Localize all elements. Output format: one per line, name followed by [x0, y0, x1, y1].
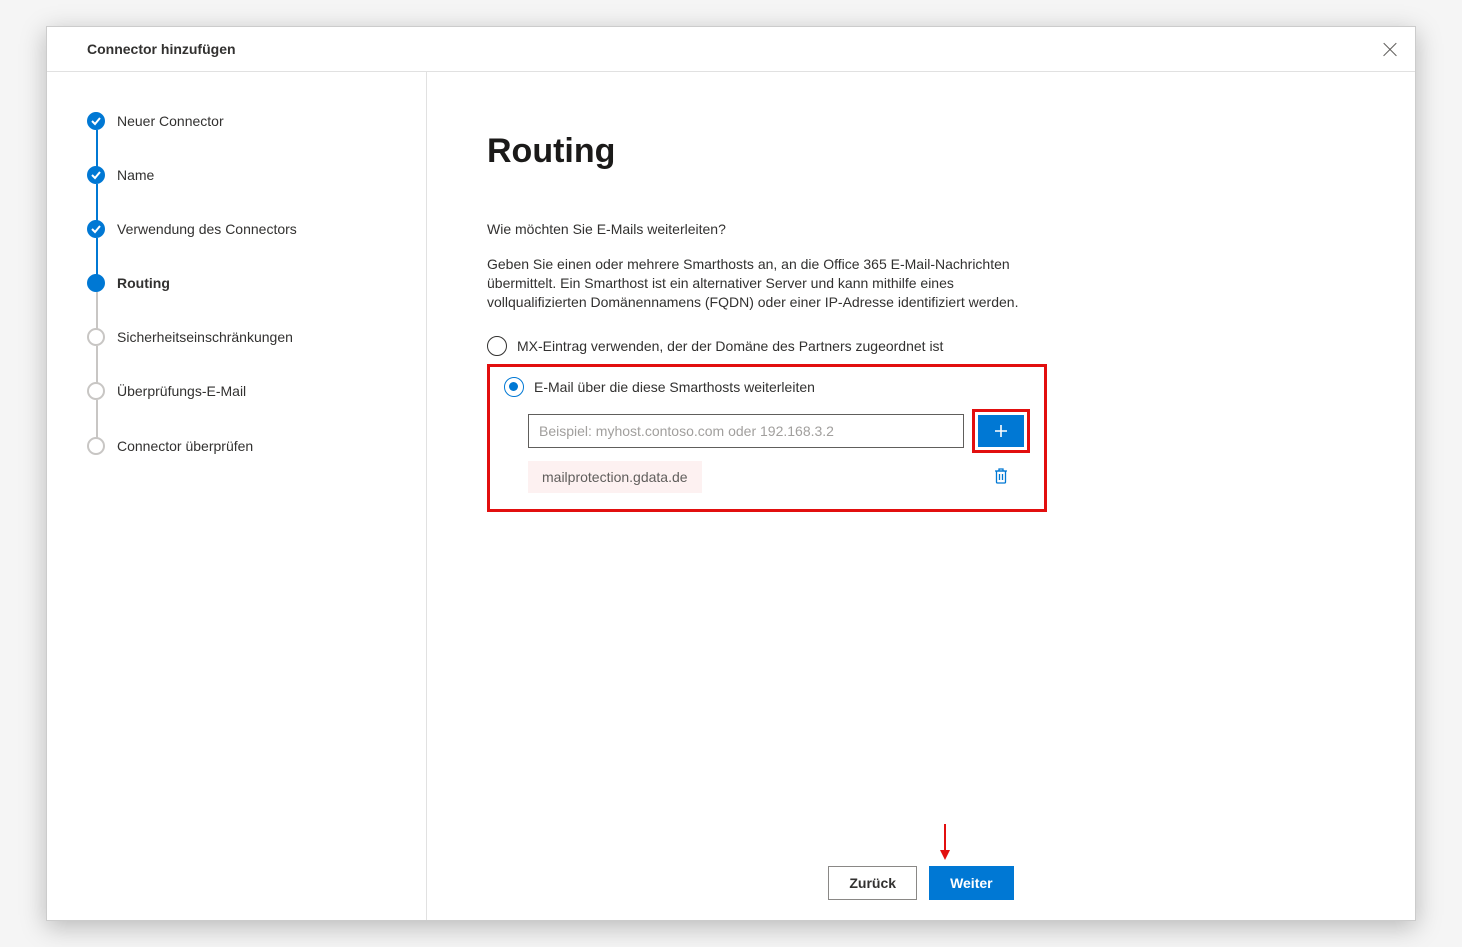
option-mx-record[interactable]: MX-Eintrag verwenden, der der Domäne des… [487, 336, 1047, 356]
wizard-steps-sidebar: Neuer Connector Name Verwendung des Conn… [47, 72, 427, 920]
step-connector-line [96, 238, 98, 276]
checkmark-icon [87, 112, 105, 130]
dialog-title: Connector hinzufügen [87, 41, 236, 57]
delete-smarthost-button[interactable] [992, 467, 1012, 487]
option-label: E-Mail über die diese Smarthosts weiterl… [534, 379, 815, 395]
step-label: Überprüfungs-E-Mail [117, 383, 246, 399]
step-verification-email[interactable]: Überprüfungs-E-Mail [87, 382, 406, 436]
back-button[interactable]: Zurück [828, 866, 917, 900]
smarthost-chip: mailprotection.gdata.de [528, 461, 702, 493]
routing-options: MX-Eintrag verwenden, der der Domäne des… [487, 336, 1047, 512]
wizard-footer: Zurück Weiter [427, 866, 1415, 900]
add-connector-dialog: Connector hinzufügen Neuer Connector N [46, 26, 1416, 921]
main-panel: Routing Wie möchten Sie E-Mails weiterle… [427, 72, 1415, 920]
step-label: Name [117, 167, 154, 183]
step-label: Sicherheitseinschränkungen [117, 329, 293, 345]
pending-step-icon [87, 437, 105, 455]
highlight-annotation [972, 409, 1030, 453]
step-security[interactable]: Sicherheitseinschränkungen [87, 328, 406, 382]
radio-icon [487, 336, 507, 356]
arrow-down-annotation-icon [939, 824, 951, 860]
close-icon[interactable] [1381, 42, 1395, 56]
routing-description: Geben Sie einen oder mehrere Smarthosts … [487, 255, 1047, 312]
step-label: Connector überprüfen [117, 438, 253, 454]
highlight-annotation: E-Mail über die diese Smarthosts weiterl… [487, 364, 1047, 512]
current-step-icon [87, 274, 105, 292]
step-label: Neuer Connector [117, 113, 224, 129]
step-connector-line [96, 400, 98, 438]
steps-list: Neuer Connector Name Verwendung des Conn… [87, 112, 406, 456]
option-smarthost[interactable]: E-Mail über die diese Smarthosts weiterl… [504, 377, 1030, 397]
step-label: Routing [117, 275, 170, 291]
step-connector-line [96, 346, 98, 384]
radio-icon [504, 377, 524, 397]
plus-icon [993, 423, 1009, 439]
step-connector-line [96, 130, 98, 168]
step-connector-line [96, 292, 98, 330]
trash-icon [992, 467, 1010, 485]
add-smarthost-button[interactable] [978, 415, 1024, 447]
step-name[interactable]: Name [87, 166, 406, 220]
dialog-header: Connector hinzufügen [47, 27, 1415, 72]
step-connector-line [96, 184, 98, 222]
pending-step-icon [87, 382, 105, 400]
step-usage[interactable]: Verwendung des Connectors [87, 220, 406, 274]
step-new-connector[interactable]: Neuer Connector [87, 112, 406, 166]
smarthost-input-row [528, 409, 1030, 453]
routing-question: Wie möchten Sie E-Mails weiterleiten? [487, 221, 1355, 237]
pending-step-icon [87, 328, 105, 346]
page-title: Routing [487, 132, 1355, 171]
step-review[interactable]: Connector überprüfen [87, 436, 406, 456]
step-routing[interactable]: Routing [87, 274, 406, 328]
checkmark-icon [87, 220, 105, 238]
option-label: MX-Eintrag verwenden, der der Domäne des… [517, 338, 943, 354]
smarthost-item-row: mailprotection.gdata.de [528, 461, 1030, 493]
next-button[interactable]: Weiter [929, 866, 1014, 900]
dialog-body: Neuer Connector Name Verwendung des Conn… [47, 72, 1415, 920]
smarthost-input[interactable] [528, 414, 964, 448]
step-label: Verwendung des Connectors [117, 221, 297, 237]
checkmark-icon [87, 166, 105, 184]
